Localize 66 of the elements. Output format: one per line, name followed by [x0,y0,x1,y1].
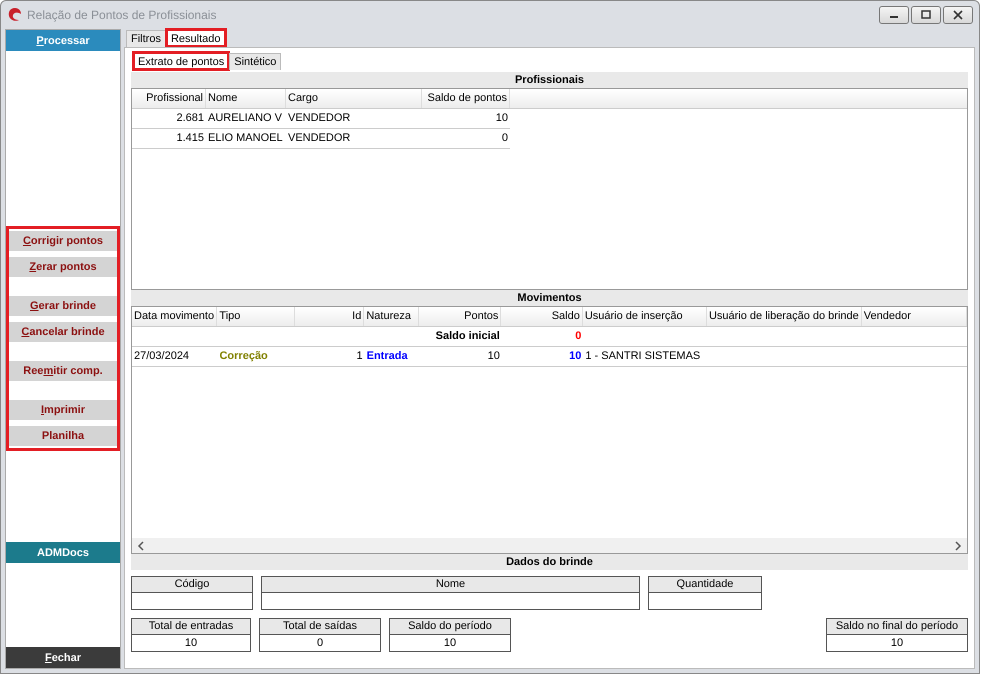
action-button[interactable]: Reemitir comp. [9,361,117,381]
table-cell-text: 1 - SANTRI SISTEMAS [584,349,702,364]
column-header[interactable]: Vendedor [862,307,968,326]
table-cell-text: 27/03/2024 [133,349,190,364]
close-button[interactable] [943,6,973,24]
table-cell-text: 10 [494,111,509,126]
action-button[interactable]: Cancelar brinde [9,322,117,342]
column-header[interactable]: Saldo [501,307,583,326]
table-cell-text: 10 [568,349,582,364]
field-label: Quantidade [649,577,761,593]
column-header[interactable]: Cargo [286,89,422,108]
column-header[interactable]: Data movimento [132,307,218,326]
admdocs-button[interactable]: ADMDocs [6,542,120,563]
tab[interactable]: Resultado [166,29,226,47]
app-logo-icon [7,7,23,23]
window-title: Relação de Pontos de Profissionais [27,8,218,22]
action-button[interactable]: Gerar brinde [9,296,117,316]
table-row[interactable]: 27/03/2024 Correção 1 Entrada 10 10 1 - SANTRI SISTEMAS [132,347,967,367]
tab[interactable]: Extrato de pontos [133,52,230,70]
process-button[interactable]: Processar [6,30,120,51]
table-cell-text: AURELIANO V [207,111,283,126]
column-header[interactable]: Saldo de pontos [422,89,510,108]
field-label: Saldo no final do período [827,619,967,635]
field-label: Código [132,577,252,593]
field-label: Nome [262,577,639,593]
action-button[interactable]: Planilha [9,426,117,446]
table-cell-text: Correção [218,349,269,364]
column-header[interactable]: Profissional [132,89,206,108]
section-header: Movimentos [131,290,968,306]
table-cell-text: ELIO MANOEL [207,131,284,146]
table-cell-text: 1 [356,349,364,364]
column-header[interactable]: Pontos [418,307,502,326]
table-cell-text: 2.681 [175,111,205,126]
column-header[interactable]: Nome [206,89,286,108]
maximize-button[interactable] [911,6,941,24]
table-cell-text: Saldo inicial [434,329,501,344]
table-row[interactable]: 1.415 ELIO MANOEL VENDEDOR 0 [132,129,510,149]
maximize-icon [921,10,931,20]
table-row[interactable]: 2.681 AURELIANO V VENDEDOR 10 [132,109,510,129]
table-cell-text: VENDEDOR [287,131,352,146]
section-header: Dados do brinde [131,554,968,570]
field-label: Total de saídas [260,619,380,635]
table-cell-text: Entrada [366,349,409,364]
field-label: Saldo do período [390,619,510,635]
action-button[interactable]: Corrigir pontos [9,231,117,251]
table-cell-text: 10 [486,349,501,364]
action-button[interactable]: Zerar pontos [9,257,117,277]
exit-button[interactable]: Fechar [6,647,120,668]
column-header[interactable]: Usuário de liberação do brinde [706,307,862,326]
column-header[interactable]: Tipo [217,307,295,326]
column-header[interactable]: Usuário de inserção [582,307,707,326]
table-cell-text: 1.415 [175,131,205,146]
tab[interactable]: Sintético [229,53,282,70]
close-icon [953,10,963,20]
table-row[interactable]: Saldo inicial 0 [132,327,967,347]
section-header: Profissionais [131,72,968,88]
column-header[interactable]: Natureza [364,307,419,326]
field-label: Total de entradas [132,619,250,635]
minimize-button[interactable] [879,6,909,24]
column-header[interactable]: Id [294,307,364,326]
action-button[interactable]: Imprimir [9,400,117,420]
tab[interactable]: Filtros [126,30,166,47]
horizontal-scrollbar[interactable] [132,538,967,553]
table-cell-text: 0 [574,329,582,344]
table-cell-text: VENDEDOR [287,111,352,126]
table-cell-text: 0 [500,131,509,146]
